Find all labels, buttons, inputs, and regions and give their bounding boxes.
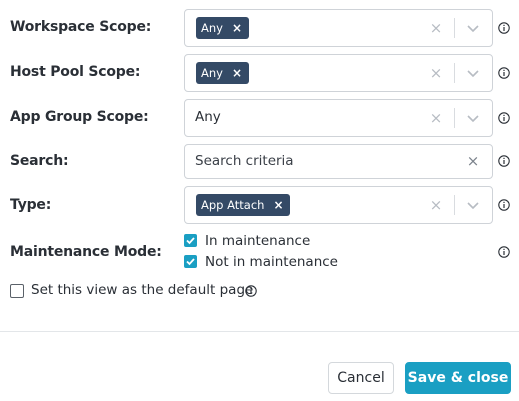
chip-label: Any [201,21,223,35]
cancel-button[interactable]: Cancel [328,362,394,394]
workspace-scope-label: Workspace Scope: [10,19,152,35]
clear-icon[interactable]: × [427,64,445,82]
chip-label: Any [201,66,223,80]
clear-icon[interactable]: × [427,196,445,214]
app-group-scope-select[interactable]: Any × [184,99,493,137]
select-value: Any [195,109,221,125]
info-icon[interactable] [498,199,510,211]
info-icon[interactable] [498,67,510,79]
host-pool-scope-select[interactable]: Any × × [184,54,493,92]
info-icon[interactable] [498,22,510,34]
chevron-down-icon[interactable] [464,110,482,126]
footer-divider [0,331,519,332]
clear-icon[interactable]: × [427,109,445,127]
app-group-scope-label: App Group Scope: [10,109,149,125]
chip-remove-icon[interactable]: × [230,17,244,39]
info-icon[interactable] [498,112,510,124]
search-label: Search: [10,153,69,169]
search-input[interactable]: Search criteria × [184,144,493,179]
search-placeholder: Search criteria [195,153,294,169]
checkbox-label: Not in maintenance [205,254,338,270]
checkbox-checked[interactable] [184,255,197,268]
host-pool-scope-chip: Any × [196,62,249,84]
checkmark-icon [186,258,195,266]
save-close-button[interactable]: Save & close [405,362,511,394]
clear-icon[interactable]: × [427,19,445,37]
info-icon[interactable] [245,285,257,297]
chevron-down-icon[interactable] [464,20,482,36]
select-divider [454,108,455,128]
workspace-scope-chip: Any × [196,17,249,39]
info-icon[interactable] [498,155,510,167]
type-chip: App Attach × [196,194,291,216]
select-divider [454,195,455,215]
chevron-down-icon[interactable] [464,197,482,213]
chip-remove-icon[interactable]: × [230,62,244,84]
clear-search-icon[interactable]: × [464,152,482,170]
chip-label: App Attach [201,198,265,212]
select-divider [454,18,455,38]
info-icon[interactable] [498,246,510,258]
workspace-scope-select[interactable]: Any × × [184,9,493,47]
host-pool-scope-label: Host Pool Scope: [10,64,141,80]
chevron-down-icon[interactable] [464,65,482,81]
maintenance-mode-label: Maintenance Mode: [10,244,162,260]
select-divider [454,63,455,83]
default-view-label: Set this view as the default page [31,282,254,298]
type-select[interactable]: App Attach × × [184,186,493,224]
checkbox-label: In maintenance [205,233,311,249]
chip-remove-icon[interactable]: × [271,194,285,216]
checkmark-icon [186,237,195,245]
checkbox-checked[interactable] [184,234,197,247]
checkbox-unchecked[interactable] [10,284,24,298]
type-label: Type: [10,197,52,213]
